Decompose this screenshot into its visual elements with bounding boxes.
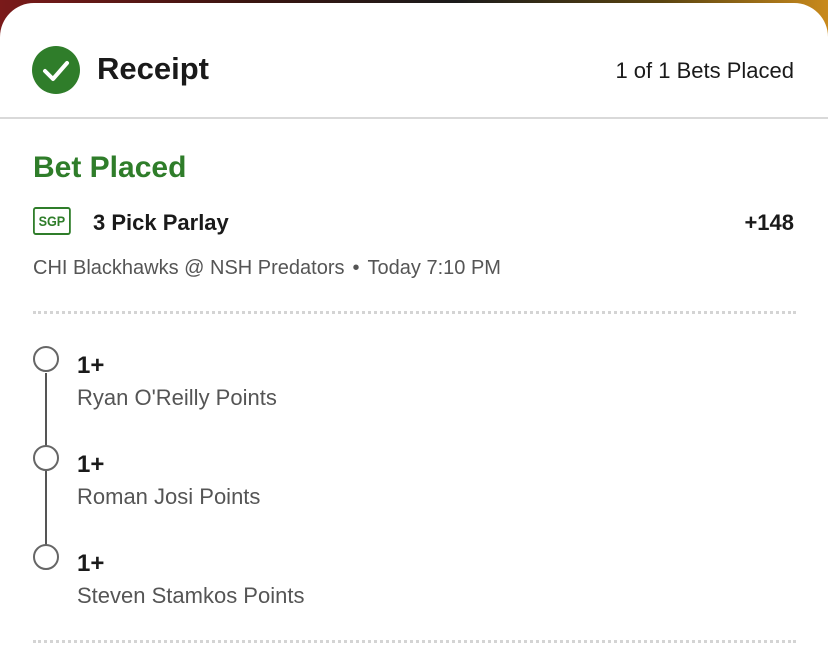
leg-value: 1+ — [77, 550, 105, 577]
matchup: CHI Blackhawks @ NSH Predators — [33, 257, 345, 279]
parlay-title: 3 Pick Parlay — [93, 210, 229, 235]
game-time: Today 7:10 PM — [367, 257, 501, 279]
leg-value: 1+ — [77, 451, 105, 478]
parlay-odds: +148 — [744, 210, 794, 235]
dotted-divider — [33, 640, 796, 643]
circle-outline-icon — [33, 445, 59, 471]
leg-market: Ryan O'Reilly Points — [77, 385, 277, 410]
leg-market: Roman Josi Points — [77, 484, 261, 509]
receipt-title: Receipt — [97, 51, 209, 86]
game-info: CHI Blackhawks @ NSH Predators • Today 7:1… — [33, 255, 501, 281]
receipt-header: Receipt 1 of 1 Bets Placed — [0, 3, 828, 119]
circle-outline-icon — [33, 346, 59, 372]
bets-placed-count: 1 of 1 Bets Placed — [615, 58, 794, 83]
circle-outline-icon — [33, 544, 59, 570]
check-circle-icon — [32, 46, 80, 94]
sgp-badge: SGP — [33, 207, 71, 235]
leg-market: Steven Stamkos Points — [77, 583, 305, 608]
leg-value: 1+ — [77, 352, 105, 379]
receipt-sheet: Receipt 1 of 1 Bets Placed Bet Placed SG… — [0, 3, 828, 664]
screen: Receipt 1 of 1 Bets Placed Bet Placed SG… — [0, 0, 828, 664]
dotted-divider — [33, 311, 796, 314]
separator-dot: • — [352, 257, 360, 279]
bet-status: Bet Placed — [33, 151, 187, 184]
